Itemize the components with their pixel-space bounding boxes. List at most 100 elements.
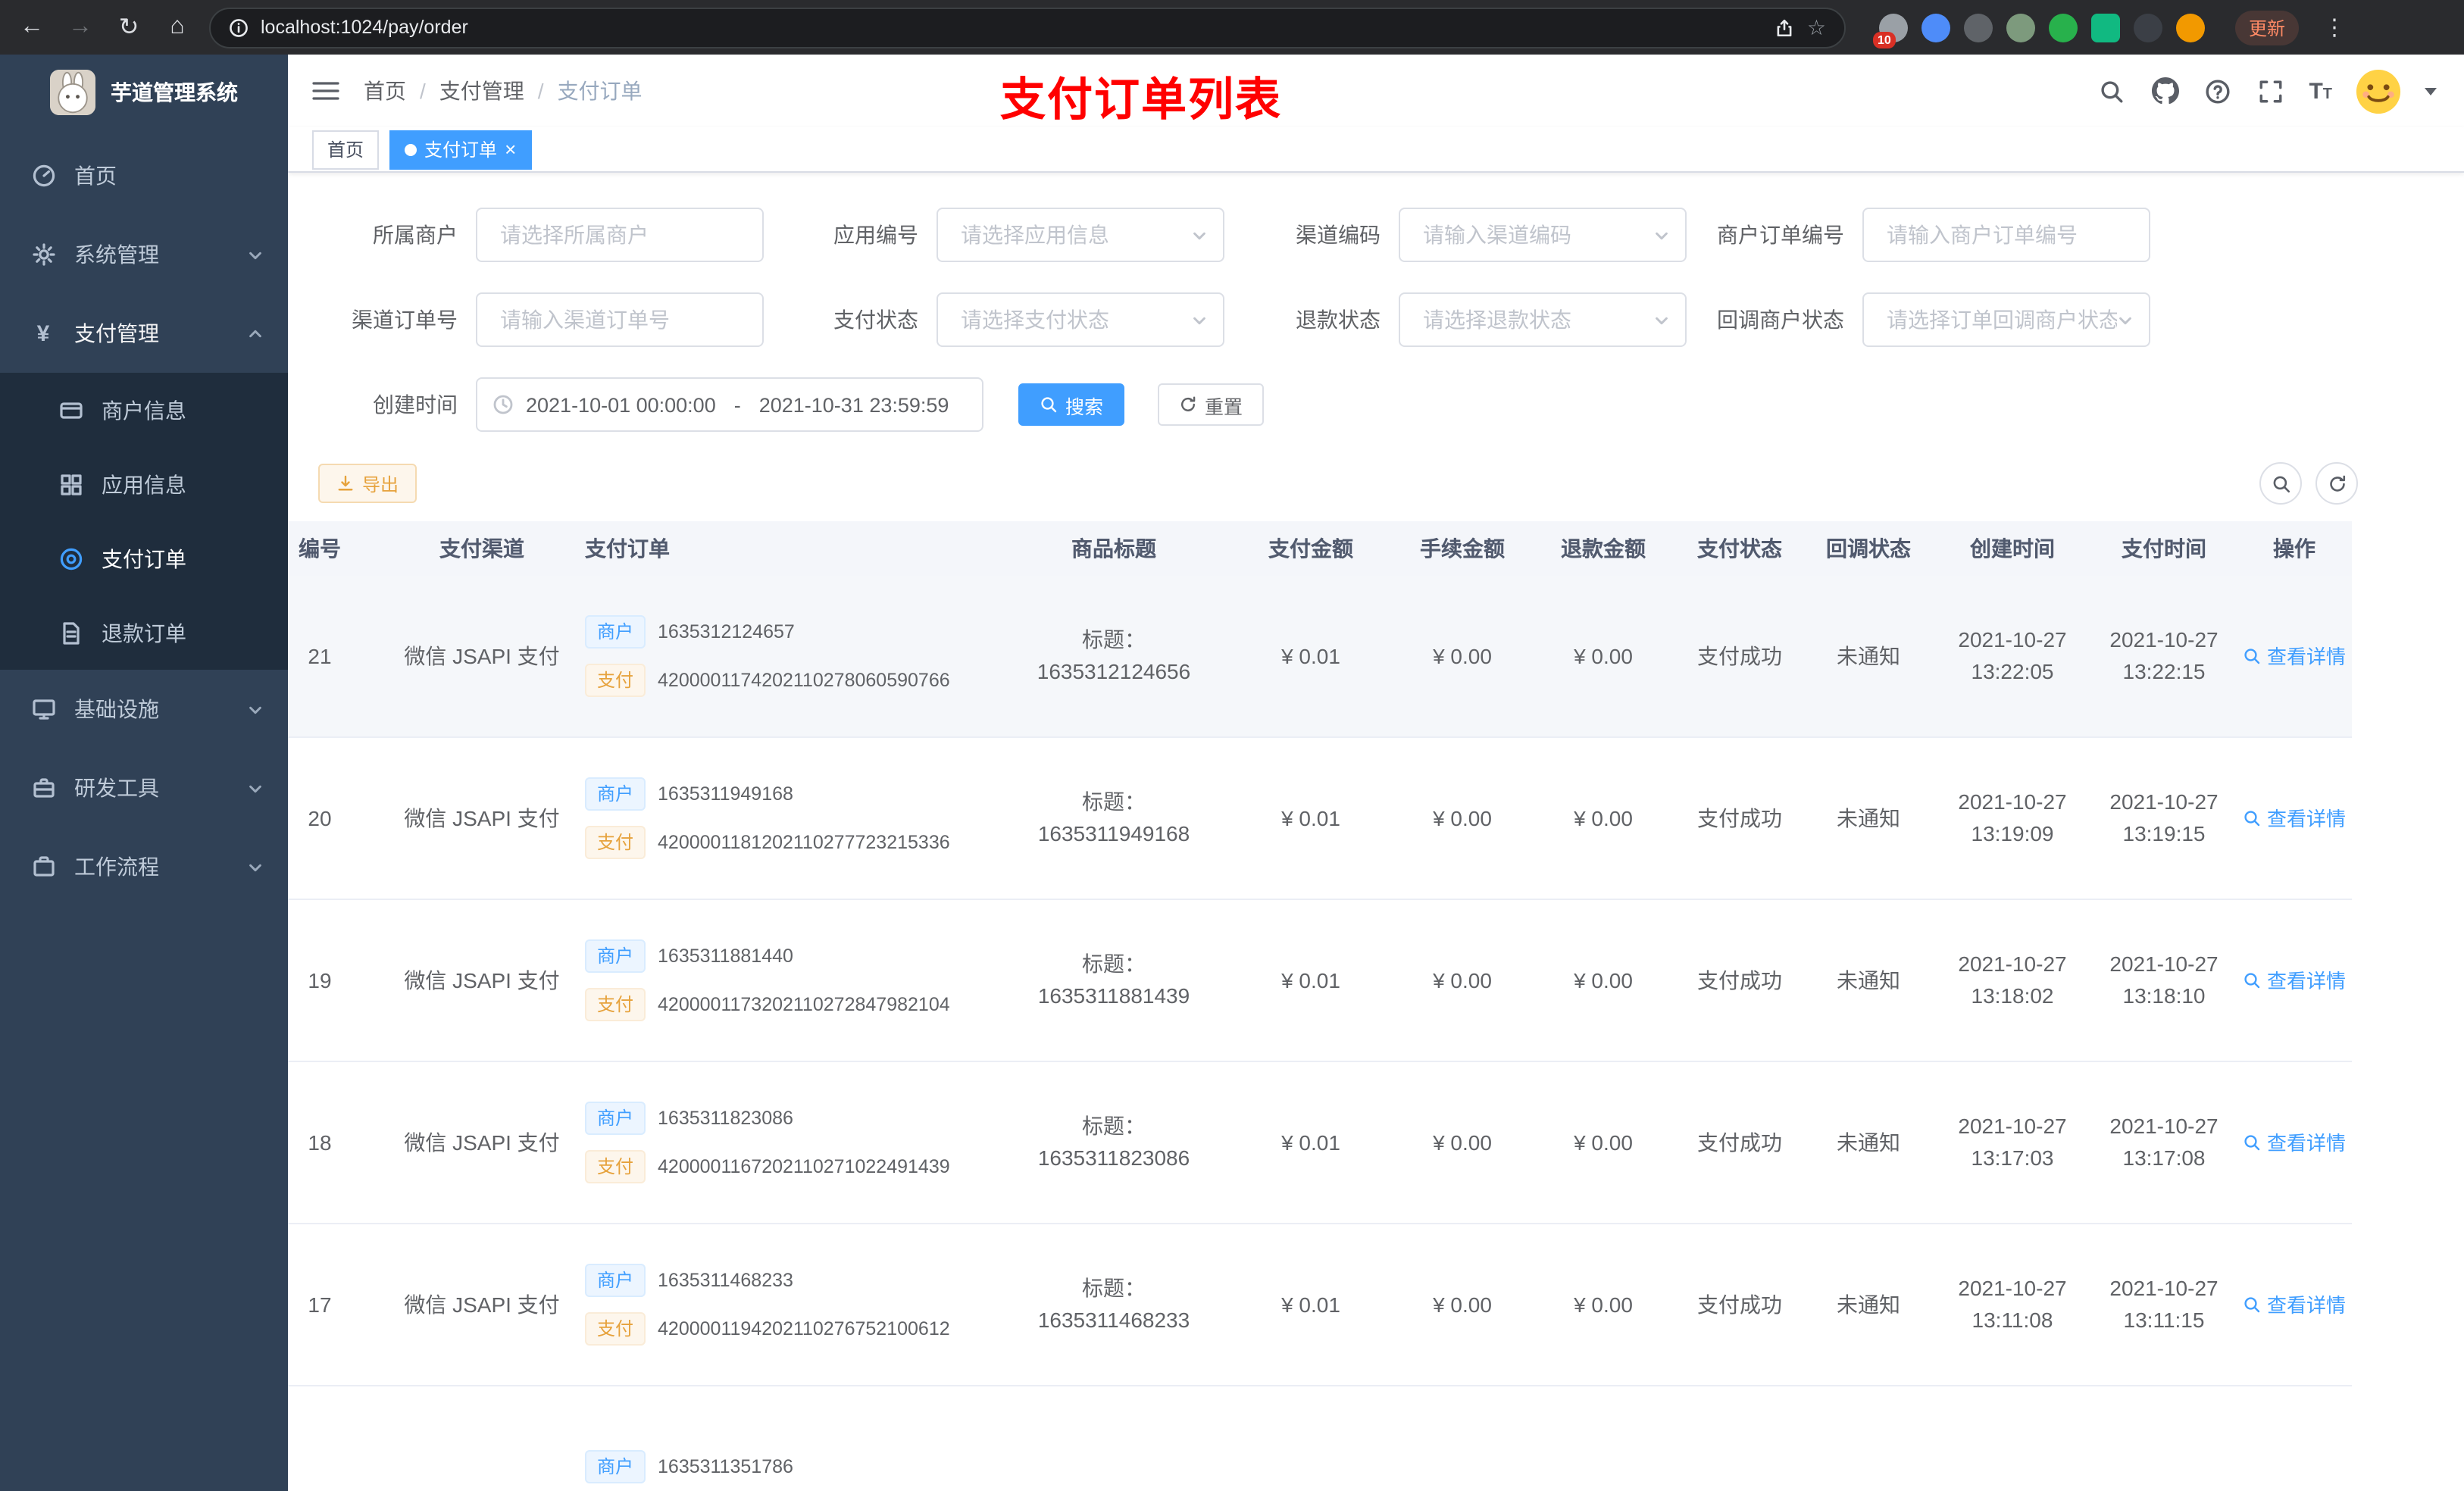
- channel-pay-no: 4200001181202110277723215336: [658, 831, 950, 852]
- channel-code-select[interactable]: 请输入渠道编码: [1399, 208, 1687, 262]
- cell-create-time: 2021-10-27 13:17:03: [1958, 1114, 2067, 1170]
- view-detail-link[interactable]: 查看详情: [2243, 640, 2346, 672]
- channel-order-no-input[interactable]: [476, 292, 764, 347]
- cell-refund-amount: ¥ 0.00: [1574, 643, 1633, 667]
- sidebar-item-home[interactable]: 首页: [0, 136, 288, 215]
- filter-label: 回调商户状态: [1717, 308, 1844, 332]
- app-logo-row[interactable]: 芋道管理系统: [0, 55, 288, 130]
- export-button[interactable]: 导出: [318, 464, 417, 503]
- cell-pay-amount: ¥ 0.01: [1281, 967, 1340, 992]
- forward-button[interactable]: →: [64, 11, 97, 44]
- font-size-icon[interactable]: TT: [2309, 78, 2332, 104]
- filter-row-3: 创建时间 2021-10-01 00:00:00 - 2021-10-31 23…: [318, 377, 2464, 432]
- gear-icon: [30, 242, 56, 267]
- sidebar-item-merchant-info[interactable]: 商户信息: [0, 373, 288, 447]
- cell-actions: 查看详情: [2237, 900, 2352, 1061]
- reload-button[interactable]: ↻: [112, 11, 145, 44]
- sidebar-item-app-info[interactable]: 应用信息: [0, 447, 288, 521]
- table-header: 编号 支付渠道 支付订单 商品标题 支付金额 手续金额 退款金额 支付状态 回调…: [288, 521, 2352, 576]
- app-title: 芋道管理系统: [111, 80, 238, 105]
- browser-update-button[interactable]: 更新: [2235, 10, 2300, 45]
- home-button[interactable]: ⌂: [161, 11, 194, 44]
- merchant-order-no-input[interactable]: [1862, 208, 2150, 262]
- breadcrumb-pay-manage[interactable]: 支付管理: [439, 76, 524, 106]
- cell-actions: 查看详情: [2237, 1224, 2352, 1385]
- cell-pay-time: 2021-10-27 13:17:08: [2109, 1114, 2219, 1170]
- table-search-toggle-button[interactable]: [2259, 462, 2302, 505]
- extension-icon[interactable]: [1921, 13, 1950, 42]
- cell-refund-amount: [1531, 1386, 1676, 1491]
- bookmark-star-icon[interactable]: ☆: [1807, 14, 1826, 40]
- col-header-channel: 支付渠道: [439, 536, 524, 561]
- magnifier-icon: [2244, 973, 2260, 989]
- chevron-down-icon: [1191, 227, 1208, 243]
- cell-notify-status: 未通知: [1837, 967, 1900, 992]
- clock-icon: [493, 395, 513, 414]
- pay-tag: 支付: [585, 664, 646, 697]
- search-button[interactable]: 搜索: [1018, 383, 1125, 426]
- cell-fee-amount: ¥ 0.00: [1433, 805, 1492, 830]
- site-info-icon[interactable]: [229, 17, 249, 37]
- sidebar-item-infrastructure[interactable]: 基础设施: [0, 670, 288, 749]
- extension-icon[interactable]: [1964, 13, 1993, 42]
- view-detail-link[interactable]: 查看详情: [2243, 1289, 2346, 1321]
- extension-icon[interactable]: [2091, 13, 2120, 42]
- extension-icon[interactable]: [2176, 13, 2205, 42]
- avatar-dropdown-icon[interactable]: [2425, 87, 2437, 95]
- cell-refund-amount: ¥ 0.00: [1574, 805, 1633, 830]
- create-time-range-picker[interactable]: 2021-10-01 00:00:00 - 2021-10-31 23:59:5…: [476, 377, 983, 432]
- tab-pay-order[interactable]: 支付订单 ×: [389, 130, 532, 169]
- table-refresh-button[interactable]: [2315, 462, 2358, 505]
- merchant-input[interactable]: [476, 208, 764, 262]
- view-detail-link[interactable]: 查看详情: [2243, 802, 2346, 834]
- user-avatar[interactable]: [2355, 67, 2402, 114]
- sidebar-item-pay-order[interactable]: 支付订单: [0, 521, 288, 595]
- search-icon[interactable]: [2097, 76, 2127, 106]
- cell-pay-channel: 微信 JSAPI 支付: [404, 967, 560, 992]
- magnifier-icon: [1041, 397, 1057, 413]
- magnifier-icon: [2244, 811, 2260, 827]
- hamburger-icon[interactable]: [312, 79, 339, 103]
- app-select[interactable]: 请选择应用信息: [937, 208, 1224, 262]
- pay-status-select[interactable]: 请选择支付状态: [937, 292, 1224, 347]
- chevron-down-icon: [247, 246, 264, 263]
- sidebar-item-dev-tools[interactable]: 研发工具: [0, 749, 288, 827]
- cell-refund-amount: ¥ 0.00: [1574, 967, 1633, 992]
- main-area: 首页 / 支付管理 / 支付订单 支付订单列表 TT 首页 支付订单 × 所属商…: [288, 55, 2464, 1491]
- extension-icon[interactable]: [2049, 13, 2078, 42]
- address-bar[interactable]: localhost:1024/pay/order ☆: [209, 7, 1846, 48]
- col-header-create-time: 创建时间: [1970, 536, 2055, 561]
- filter-label: 渠道订单号: [352, 308, 458, 332]
- cell-create-time: 2021-10-27 13:18:02: [1958, 952, 2067, 1008]
- filter-label: 创建时间: [373, 392, 458, 417]
- tab-home[interactable]: 首页: [312, 130, 380, 169]
- view-detail-link[interactable]: 查看详情: [2243, 964, 2346, 996]
- breadcrumb-home[interactable]: 首页: [364, 76, 406, 106]
- fullscreen-icon[interactable]: [2256, 76, 2286, 106]
- help-icon[interactable]: [2203, 76, 2233, 106]
- sidebar-item-refund-order[interactable]: 退款订单: [0, 595, 288, 670]
- cell-refund-amount: ¥ 0.00: [1574, 1130, 1633, 1154]
- share-icon[interactable]: [1775, 17, 1795, 37]
- github-icon[interactable]: [2150, 76, 2180, 106]
- cell-refund-amount: ¥ 0.00: [1574, 1292, 1633, 1316]
- sidebar-item-payment[interactable]: ¥ 支付管理: [0, 294, 288, 373]
- view-detail-link[interactable]: 查看详情: [2243, 1127, 2346, 1158]
- extension-icon[interactable]: 10: [1873, 13, 1908, 48]
- sidebar-item-system[interactable]: 系统管理: [0, 215, 288, 294]
- document-icon: [58, 620, 83, 645]
- tab-close-icon[interactable]: ×: [505, 139, 516, 159]
- reset-button[interactable]: 重置: [1158, 383, 1265, 426]
- date-end: 2021-10-31 23:59:59: [758, 393, 949, 416]
- extension-icon[interactable]: [2006, 13, 2035, 42]
- browser-menu-icon[interactable]: ⋮: [2323, 14, 2346, 41]
- notify-status-select[interactable]: 请选择订单回调商户状态: [1862, 292, 2150, 347]
- cell-pay-time: 2021-10-27 13:11:15: [2109, 1276, 2219, 1332]
- back-button[interactable]: ←: [15, 11, 48, 44]
- app-logo: [50, 70, 95, 115]
- cell-pay-order: 商户 1635312124657 支付 42000011742021102780605…: [576, 576, 1000, 736]
- extension-icon[interactable]: [2134, 13, 2162, 42]
- sidebar-item-workflow[interactable]: 工作流程: [0, 827, 288, 906]
- navbar-actions: TT: [2097, 67, 2437, 114]
- refund-status-select[interactable]: 请选择退款状态: [1399, 292, 1687, 347]
